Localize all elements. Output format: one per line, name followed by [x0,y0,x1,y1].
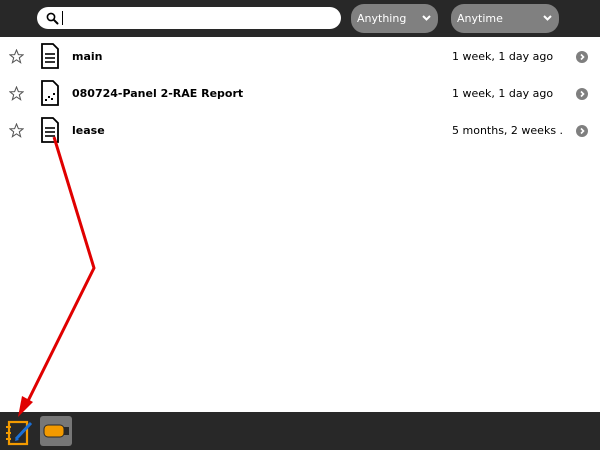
text-cursor [62,11,63,25]
list-item[interactable]: lease 5 months, 2 weeks ... [0,112,600,149]
details-arrow-icon[interactable] [576,51,588,63]
search-icon [45,11,59,25]
journal-toolbar: Anything Anytime [0,0,600,37]
details-arrow-icon[interactable] [576,88,588,100]
search-input[interactable] [67,9,337,27]
list-item[interactable]: main 1 week, 1 day ago [0,38,600,75]
details-arrow-icon[interactable] [576,125,588,137]
list-item[interactable]: 080724-Panel 2-RAE Report 1 week, 1 day … [0,75,600,112]
time-filter-dropdown[interactable]: Anytime [451,4,559,33]
time-filter-label: Anytime [457,12,503,25]
star-icon[interactable] [8,122,25,142]
type-filter-dropdown[interactable]: Anything [351,4,438,33]
entry-title[interactable]: 080724-Panel 2-RAE Report [72,87,243,100]
chevron-down-icon [542,12,553,26]
entry-date: 1 week, 1 day ago [452,87,554,100]
text-document-icon[interactable] [40,43,60,73]
usb-drive-icon[interactable] [40,416,72,446]
entry-date: 5 months, 2 weeks ... [452,124,562,137]
star-icon[interactable] [8,85,25,105]
entry-title[interactable]: main [72,50,103,63]
frame-bar [0,412,600,450]
type-filter-label: Anything [357,12,407,25]
chevron-down-icon [421,12,432,26]
star-icon[interactable] [8,48,25,68]
entry-date: 1 week, 1 day ago [452,50,554,63]
chart-document-icon[interactable] [40,80,60,110]
text-document-icon[interactable] [40,117,60,147]
journal-icon[interactable] [4,417,34,447]
entry-title[interactable]: lease [72,124,105,137]
search-box[interactable] [37,7,341,29]
